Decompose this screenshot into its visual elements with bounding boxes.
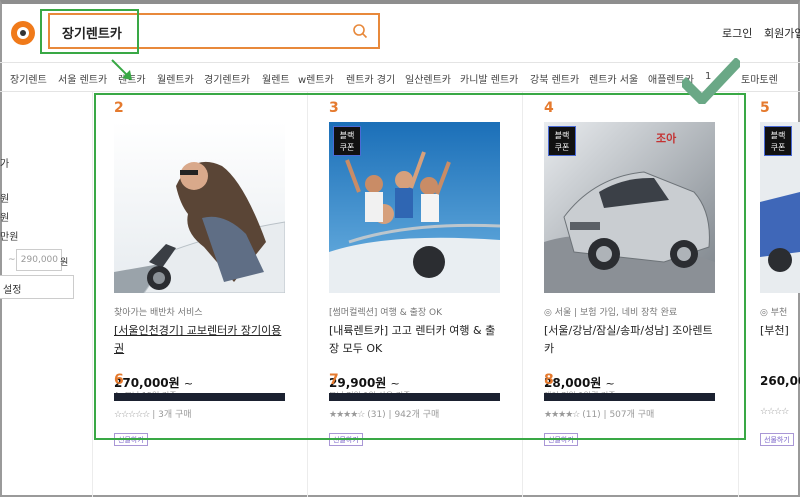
login-link[interactable]: 로그인 (722, 25, 752, 41)
tag-item[interactable]: 토마토렌 (741, 71, 778, 86)
tag-item[interactable]: 월렌트 (262, 71, 290, 86)
tag-item[interactable]: 렌트카 경기 (346, 71, 395, 86)
product-rank: 5 (760, 100, 770, 116)
rating-stars: ☆☆☆☆ (760, 407, 789, 417)
gift-button[interactable]: 선물하기 (760, 433, 794, 446)
product-seller-note: ◎ 부천 (760, 308, 788, 318)
product-rating: ☆☆☆☆ (760, 407, 789, 417)
product-price: 260,00 (760, 374, 800, 388)
arrow-annotation-icon (111, 59, 132, 80)
tag-item[interactable]: 일산렌트카 (405, 71, 451, 86)
tag-item[interactable]: w렌트카 (298, 71, 334, 86)
price-apply-button[interactable]: 설정 (0, 275, 74, 299)
checkmark-annotation-icon (682, 58, 740, 104)
search-icon[interactable] (352, 23, 368, 39)
black-coupon-badge: 블랙 쿠폰 (764, 126, 792, 156)
price-max-value: 290,000 (20, 255, 58, 265)
tag-item[interactable]: 서울 렌트카 (58, 71, 107, 86)
filter-option[interactable]: 원 (0, 209, 9, 224)
filter-option[interactable]: 원 (0, 190, 9, 205)
price-unit: 원 (60, 258, 69, 268)
tag-item[interactable]: 월렌트카 (157, 71, 194, 86)
tag-item[interactable]: 강북 렌트카 (530, 71, 579, 86)
tag-item[interactable]: 카니발 렌트카 (460, 71, 518, 86)
product-title[interactable]: [부천] (760, 322, 800, 340)
signup-link[interactable]: 회원가입 (764, 25, 800, 41)
filter-option[interactable]: 만원 (0, 228, 18, 243)
tag-item[interactable]: 경기렌트카 (204, 71, 250, 86)
product-image[interactable]: 블랙 쿠폰 (760, 122, 800, 293)
price-apply-label: 설정 (3, 285, 22, 296)
product-card[interactable]: 5 블랙쿠폰 ◎ 부천 [부천] 260,00 ☆☆☆☆ 선물하기 (740, 92, 800, 497)
column-divider (92, 92, 93, 497)
search-highlight-annotation (40, 9, 139, 54)
tag-item[interactable]: 렌트카 서울 (589, 71, 638, 86)
logo-icon[interactable] (11, 21, 35, 45)
price-max-input[interactable]: 290,000 (16, 249, 62, 271)
filter-option[interactable]: 가 (0, 155, 9, 170)
results-highlight-annotation (94, 93, 746, 440)
tag-item[interactable]: 장기렌트 (10, 71, 47, 86)
price-range-tilde: ~ (8, 255, 16, 265)
